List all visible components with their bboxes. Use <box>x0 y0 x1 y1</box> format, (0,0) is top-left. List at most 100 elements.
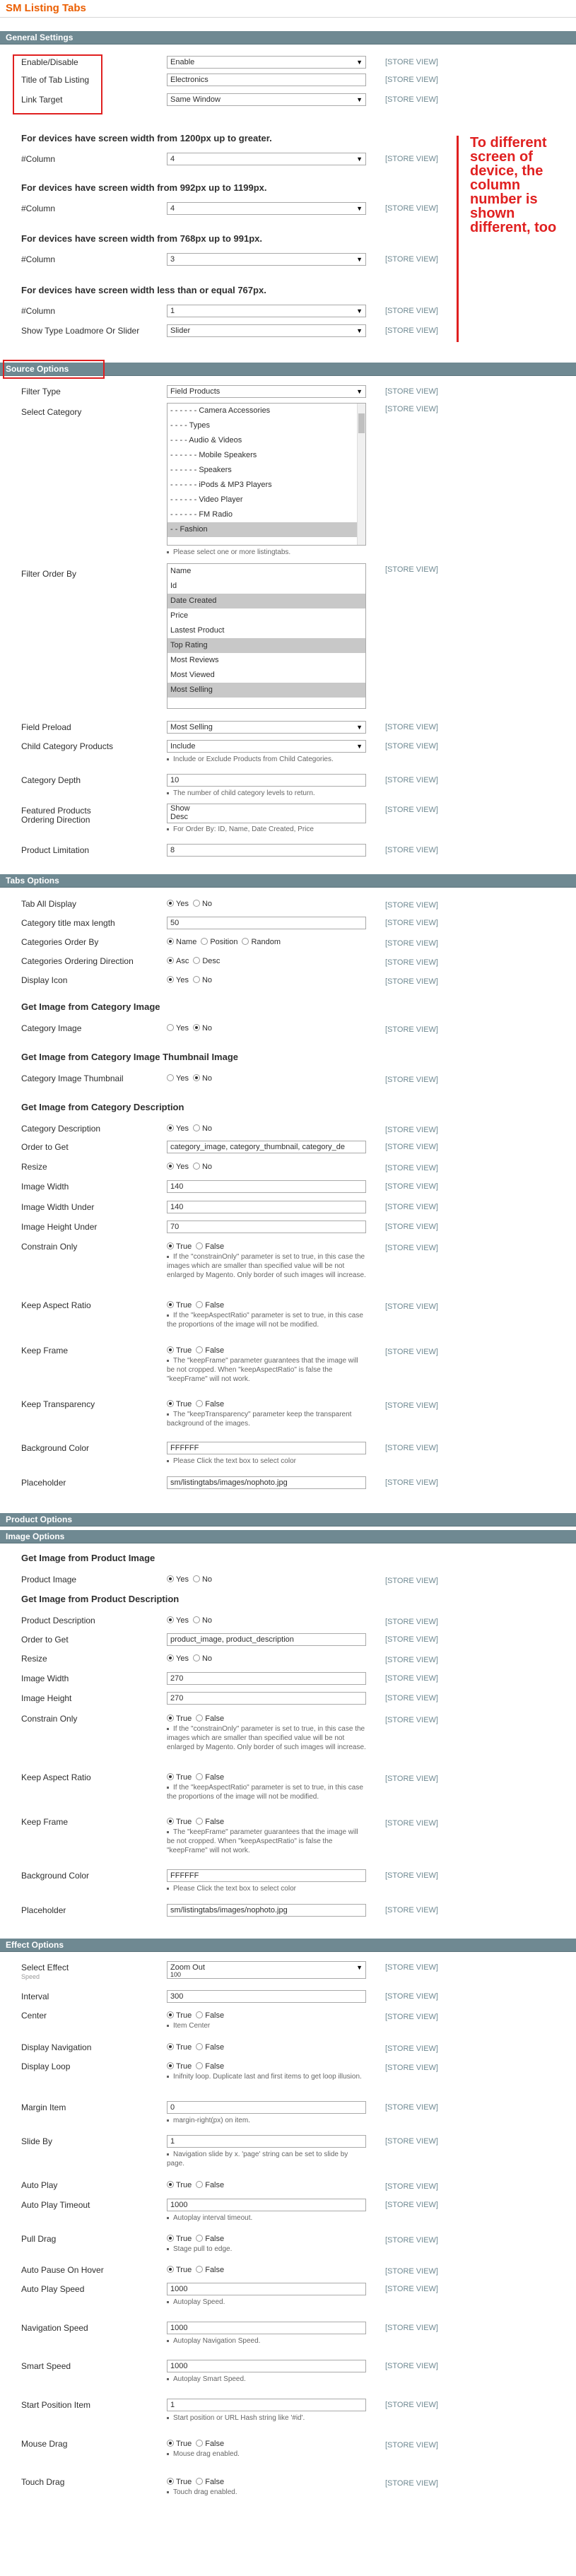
bg-color-input[interactable]: FFFFFF <box>167 1442 366 1454</box>
field-preload-select[interactable]: Most Selling ▼ <box>167 721 366 734</box>
start-position-input[interactable]: 1 <box>167 2399 366 2411</box>
smart-speed-input[interactable]: 1000 <box>167 2360 366 2372</box>
radio-button[interactable] <box>167 2011 174 2018</box>
order-option[interactable]: Top Rating <box>167 638 365 653</box>
featured-option[interactable]: Desc <box>170 813 363 821</box>
radio-button[interactable] <box>201 938 208 945</box>
radio-option[interactable]: Yes <box>167 899 189 909</box>
radio-option[interactable]: True <box>167 2234 192 2244</box>
radio-option[interactable]: No <box>192 975 212 985</box>
column-select-768[interactable]: 3 ▼ <box>167 253 366 266</box>
radio-button[interactable] <box>167 1654 174 1662</box>
radio-button[interactable] <box>196 2181 204 2188</box>
image-width-input[interactable]: 140 <box>167 1180 366 1193</box>
scrollbar-thumb[interactable] <box>358 413 365 433</box>
radio-button[interactable] <box>196 2043 204 2050</box>
column-select-767[interactable]: 1 ▼ <box>167 305 366 317</box>
p-image-width-input[interactable]: 270 <box>167 1672 366 1685</box>
radio-option[interactable]: True <box>167 1242 192 1252</box>
radio-button[interactable] <box>196 1773 204 1780</box>
radio-option[interactable]: False <box>196 1817 224 1827</box>
radio-button[interactable] <box>167 976 174 983</box>
auto-play-speed-input[interactable]: 1000 <box>167 2283 366 2295</box>
radio-button[interactable] <box>192 900 200 907</box>
radio-button[interactable] <box>167 1124 174 1131</box>
order-to-get-input[interactable]: category_image, category_thumbnail, cate… <box>167 1141 366 1153</box>
radio-button[interactable] <box>196 2062 204 2069</box>
image-width-under-input[interactable]: 140 <box>167 1201 366 1213</box>
auto-play-timeout-input[interactable]: 1000 <box>167 2199 366 2211</box>
radio-button[interactable] <box>167 957 174 964</box>
order-option[interactable]: Date Created <box>167 594 365 608</box>
category-option[interactable]: - - - - - - Camera Accessories <box>167 404 365 418</box>
enable-select[interactable]: Enable ▼ <box>167 56 366 69</box>
radio-option[interactable]: False <box>196 2234 224 2244</box>
radio-button[interactable] <box>167 2181 174 2188</box>
radio-button[interactable] <box>167 1024 174 1031</box>
order-option[interactable]: Most Selling <box>167 683 365 698</box>
radio-option[interactable]: Yes <box>167 1162 189 1172</box>
radio-button[interactable] <box>192 1654 200 1662</box>
radio-button[interactable] <box>167 1346 174 1353</box>
radio-button[interactable] <box>167 1773 174 1780</box>
radio-option[interactable]: Yes <box>167 975 189 985</box>
radio-button[interactable] <box>192 1024 200 1031</box>
radio-button[interactable] <box>196 1301 204 1308</box>
radio-button[interactable] <box>167 2235 174 2242</box>
radio-button[interactable] <box>167 1163 174 1170</box>
margin-input[interactable]: 0 <box>167 2101 366 2114</box>
radio-button[interactable] <box>167 1616 174 1623</box>
radio-option[interactable]: No <box>192 1124 212 1134</box>
radio-option[interactable]: Name <box>167 937 196 947</box>
radio-button[interactable] <box>167 2478 174 2485</box>
radio-option[interactable]: True <box>167 2042 192 2052</box>
category-multiselect[interactable]: - - - - - - Camera Accessories - - - - Ty… <box>167 403 366 546</box>
radio-button[interactable] <box>167 1400 174 1407</box>
radio-option[interactable]: True <box>167 2062 192 2071</box>
radio-option[interactable]: False <box>196 1772 224 1782</box>
radio-option[interactable]: Yes <box>167 1124 189 1134</box>
order-option[interactable]: Price <box>167 608 365 623</box>
radio-option[interactable]: False <box>196 2180 224 2190</box>
radio-button[interactable] <box>192 976 200 983</box>
image-height-under-input[interactable]: 70 <box>167 1221 366 1233</box>
effect-options-header[interactable]: Effect Options <box>0 1939 576 1952</box>
radio-option[interactable]: True <box>167 1300 192 1310</box>
image-options-header[interactable]: Image Options <box>0 1530 576 1543</box>
radio-button[interactable] <box>167 1301 174 1308</box>
radio-option[interactable]: Yes <box>167 1616 189 1625</box>
radio-button[interactable] <box>196 1818 204 1825</box>
placeholder-input[interactable]: sm/listingtabs/images/nophoto.jpg <box>167 1476 366 1489</box>
radio-option[interactable]: True <box>167 2180 192 2190</box>
scrollbar[interactable] <box>357 404 365 545</box>
radio-button[interactable] <box>192 1124 200 1131</box>
radio-button[interactable] <box>167 2062 174 2069</box>
radio-button[interactable] <box>196 2266 204 2273</box>
p-image-height-input[interactable]: 270 <box>167 1692 366 1705</box>
radio-button[interactable] <box>196 1242 204 1249</box>
product-limit-input[interactable]: 8 <box>167 844 366 857</box>
radio-option[interactable]: Random <box>242 937 281 947</box>
category-option[interactable]: - - - - Types <box>167 418 365 433</box>
radio-button[interactable] <box>196 2235 204 2242</box>
radio-option[interactable]: False <box>196 2477 224 2487</box>
radio-option[interactable]: No <box>192 1023 212 1033</box>
order-option[interactable]: Most Reviews <box>167 653 365 668</box>
radio-option[interactable]: Desc <box>193 956 220 966</box>
radio-button[interactable] <box>196 2440 204 2447</box>
radio-button[interactable] <box>167 1715 174 1722</box>
radio-option[interactable]: Asc <box>167 956 189 966</box>
radio-button[interactable] <box>167 2266 174 2273</box>
radio-option[interactable]: False <box>196 1714 224 1724</box>
radio-button[interactable] <box>196 2478 204 2485</box>
radio-button[interactable] <box>242 938 249 945</box>
radio-button[interactable] <box>193 957 201 964</box>
radio-option[interactable]: False <box>196 1399 224 1409</box>
radio-option[interactable]: True <box>167 1772 192 1782</box>
order-option[interactable]: Most Viewed <box>167 668 365 683</box>
radio-button[interactable] <box>196 1346 204 1353</box>
order-option[interactable]: Lastest Product <box>167 623 365 638</box>
category-option[interactable]: - - Fashion <box>167 522 365 537</box>
radio-button[interactable] <box>196 1715 204 1722</box>
radio-option[interactable]: True <box>167 2011 192 2021</box>
